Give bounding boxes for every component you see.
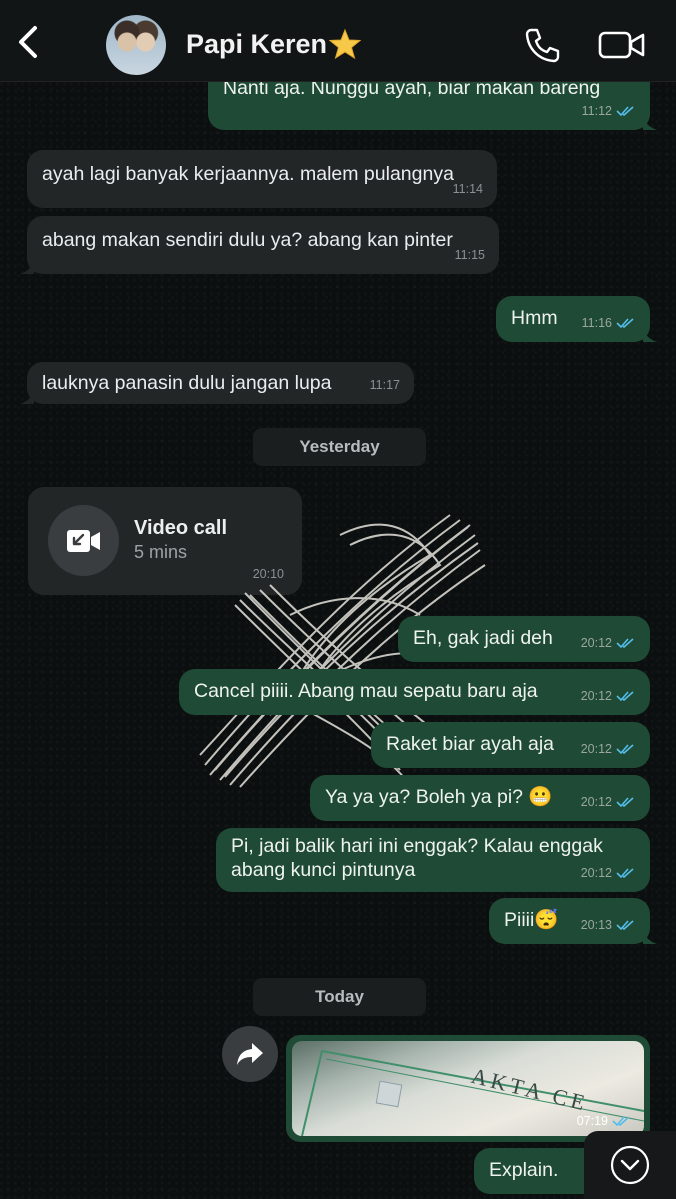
message-time: 20:12 (581, 631, 636, 655)
message-text: Raket biar ayah aja (386, 733, 555, 755)
message-bubble[interactable]: Hmm 11:16 (496, 296, 657, 342)
call-time: 20:10 (252, 567, 284, 581)
phone-call-icon[interactable] (523, 26, 561, 64)
message-bubble[interactable]: Eh, gak jadi deh 20:12 (398, 616, 650, 662)
message-bubble[interactable]: abang makan sendiri dulu ya? abang kan p… (20, 216, 499, 274)
message-bubble[interactable]: Piiii😴 20:13 (489, 898, 657, 944)
read-ticks-icon (616, 690, 636, 702)
video-call-card[interactable]: Video call 5 mins 20:10 (28, 487, 302, 595)
call-title: Video call (134, 517, 228, 539)
scroll-to-bottom-button[interactable] (584, 1131, 676, 1199)
contact-name-text: Papi Keren (186, 28, 328, 59)
message-text: Hmm (511, 307, 558, 329)
image-time: 07:19 (577, 1114, 632, 1128)
date-separator: Today (253, 978, 426, 1016)
message-text: Explain. (489, 1159, 559, 1181)
message-bubble[interactable]: Ya ya ya? Boleh ya pi? 😬 20:12 (310, 775, 650, 821)
bubble-tail (643, 930, 657, 944)
document-photo[interactable]: AKTA CE 07:19 (292, 1041, 644, 1136)
chevron-down-icon (610, 1145, 650, 1185)
bubble-tail (643, 328, 657, 342)
message-bubble[interactable]: lauknya panasin dulu jangan lupa 11:17 (20, 362, 414, 404)
message-bubble[interactable]: Pi, jadi balik hari ini enggak? Kalau en… (216, 828, 650, 892)
read-ticks-icon (616, 637, 636, 649)
read-ticks-icon (616, 105, 636, 117)
video-call-icon[interactable] (598, 29, 646, 61)
message-bubble[interactable]: Raket biar ayah aja 20:12 (371, 722, 650, 768)
message-bubble[interactable]: ayah lagi banyak kerjaannya. malem pulan… (27, 150, 497, 208)
message-time: 20:12 (581, 684, 636, 708)
forward-arrow-icon (237, 1043, 263, 1065)
message-text: Piiii😴 (504, 909, 559, 931)
read-ticks-icon (616, 743, 636, 755)
message-text: Cancel piiii. Abang mau sepatu baru aja (194, 680, 538, 702)
read-ticks-icon (616, 919, 636, 931)
read-ticks-icon (616, 317, 636, 329)
message-time: 20:12 (581, 861, 636, 885)
message-text: abang makan sendiri dulu ya? abang kan p… (42, 229, 453, 251)
contact-avatar[interactable] (106, 15, 166, 75)
read-ticks-icon (616, 796, 636, 808)
forward-button[interactable] (222, 1026, 278, 1082)
read-ticks-icon (612, 1115, 632, 1127)
message-time: 11:12 (582, 99, 636, 123)
image-message[interactable]: AKTA CE 07:19 (286, 1035, 650, 1142)
bubble-tail (643, 116, 657, 130)
missed-video-call-circle (48, 505, 119, 576)
message-text: lauknya panasin dulu jangan lupa (42, 372, 332, 394)
message-time: 20:13 (581, 913, 636, 937)
contact-name[interactable]: Papi Keren (186, 28, 362, 60)
message-time: 11:17 (369, 378, 400, 392)
message-time: 20:12 (581, 790, 636, 814)
chat-header: Papi Keren (0, 0, 676, 82)
incoming-video-call-icon (66, 529, 100, 552)
back-chevron-icon[interactable] (14, 22, 44, 62)
star-icon (329, 28, 362, 60)
message-bubble[interactable]: Cancel piiii. Abang mau sepatu baru aja … (179, 669, 650, 715)
message-text: Eh, gak jadi deh (413, 627, 553, 649)
message-time: 11:16 (582, 311, 636, 335)
date-separator: Yesterday (253, 428, 426, 466)
read-ticks-icon (616, 867, 636, 879)
bubble-tail (20, 260, 34, 274)
message-time: 11:14 (452, 182, 483, 196)
call-duration: 5 mins (134, 542, 188, 562)
message-time: 20:12 (581, 737, 636, 761)
message-text: Ya ya ya? Boleh ya pi? 😬 (325, 786, 553, 808)
message-text: Pi, jadi balik hari ini enggak? Kalau en… (231, 835, 603, 881)
message-text: ayah lagi banyak kerjaannya. malem pulan… (42, 163, 454, 185)
message-time: 11:15 (454, 248, 485, 262)
bubble-tail (20, 390, 34, 404)
